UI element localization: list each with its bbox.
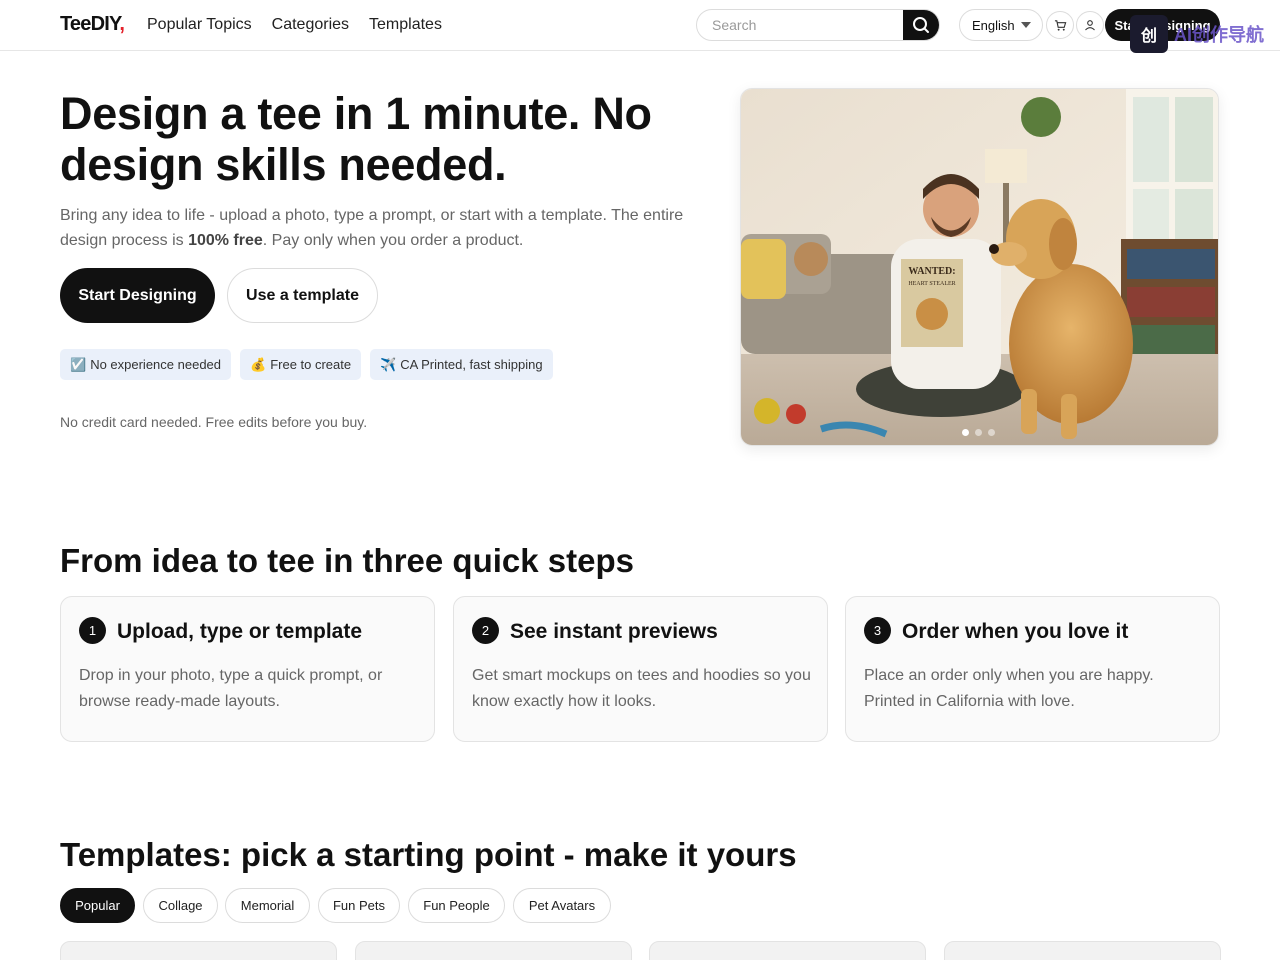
watermark-logo-icon: 创: [1130, 15, 1168, 53]
shirt-subtext: HEART STEALER: [908, 281, 955, 287]
tab-fun-people[interactable]: Fun People: [408, 888, 505, 923]
checkbox-icon: ☑️: [70, 356, 87, 372]
search-bar: [696, 9, 940, 41]
search-button[interactable]: [903, 10, 939, 40]
chip-label: No experience needed: [90, 357, 222, 372]
chip-label: Free to create: [270, 357, 352, 372]
step-description: Get smart mockups on tees and hoodies so…: [472, 667, 811, 710]
logo-text: TeeDIY: [60, 13, 120, 35]
template-card[interactable]: [649, 941, 926, 960]
template-card[interactable]: [355, 941, 632, 960]
step-number: 3: [864, 617, 891, 644]
site-header: TeeDIY, Popular Topics Categories Templa…: [0, 0, 1280, 53]
tab-pet-avatars[interactable]: Pet Avatars: [513, 888, 611, 923]
step-card: 1 Upload, type or template Drop in your …: [60, 596, 435, 742]
airplane-icon: ✈️: [380, 356, 397, 372]
main-nav: Popular Topics Categories Templates: [147, 16, 442, 34]
step-title: See instant previews: [510, 620, 718, 643]
template-card[interactable]: [944, 941, 1221, 960]
search-icon: [913, 17, 929, 33]
chip-free-to-create: 💰 Free to create: [240, 349, 362, 380]
money-bag-icon: 💰: [250, 356, 267, 372]
chevron-down-icon: [1020, 22, 1031, 28]
tab-collage[interactable]: Collage: [143, 888, 218, 923]
start-designing-button[interactable]: Start Designing: [60, 268, 215, 323]
nav-categories[interactable]: Categories: [272, 16, 349, 34]
chip-no-experience: ☑️ No experience needed: [60, 349, 232, 380]
carousel-dot[interactable]: [975, 429, 982, 436]
hero-subtitle-part: . Pay only when you order a product.: [262, 232, 524, 249]
cart-button[interactable]: [1046, 11, 1074, 39]
user-icon: [1085, 20, 1095, 31]
step-card: 2 See instant previews Get smart mockups…: [453, 596, 828, 742]
carousel-dots: [962, 429, 995, 436]
hero-image: WANTED: HEART STEALER: [740, 88, 1219, 446]
step-description: Drop in your photo, type a quick prompt,…: [79, 667, 383, 710]
chip-ca-printed: ✈️ CA Printed, fast shipping: [370, 349, 553, 380]
hero-subtitle-bold: 100% free: [188, 232, 263, 249]
carousel-dot[interactable]: [988, 429, 995, 436]
language-label: English: [972, 17, 1015, 33]
templates-title: Templates: pick a starting point - make …: [60, 836, 797, 873]
step-card: 3 Order when you love it Place an order …: [845, 596, 1220, 742]
step-number: 1: [79, 617, 106, 644]
step-description: Place an order only when you are happy. …: [864, 667, 1154, 710]
account-button[interactable]: [1076, 11, 1104, 39]
hero-title: Design a tee in 1 minute. No design skil…: [60, 88, 652, 190]
tab-fun-pets[interactable]: Fun Pets: [318, 888, 400, 923]
logo[interactable]: TeeDIY,: [60, 13, 125, 36]
step-title: Order when you love it: [902, 620, 1129, 643]
hero-photo-illustration: WANTED: HEART STEALER: [741, 89, 1218, 445]
tab-popular[interactable]: Popular: [60, 888, 135, 923]
search-input[interactable]: [697, 10, 905, 40]
hero-note: No credit card needed. Free edits before…: [60, 414, 368, 430]
step-title: Upload, type or template: [117, 620, 363, 643]
chip-label: CA Printed, fast shipping: [400, 357, 543, 372]
template-card[interactable]: [60, 941, 337, 960]
step-number: 2: [472, 617, 499, 644]
shirt-text: WANTED:: [908, 266, 955, 277]
tab-memorial[interactable]: Memorial: [225, 888, 310, 923]
nav-popular-topics[interactable]: Popular Topics: [147, 16, 252, 34]
steps-title: From idea to tee in three quick steps: [60, 542, 634, 579]
nav-templates[interactable]: Templates: [369, 16, 442, 34]
language-select[interactable]: English: [959, 9, 1043, 41]
use-template-button[interactable]: Use a template: [227, 268, 378, 323]
cart-icon: [1054, 19, 1066, 31]
logo-mark: ,: [119, 13, 125, 35]
carousel-dot[interactable]: [962, 429, 969, 436]
hero-subtitle: Bring any idea to life - upload a photo,…: [60, 203, 710, 253]
watermark-text: AI创作导航: [1174, 25, 1264, 45]
watermark: 创 AI创作导航: [1130, 15, 1264, 53]
